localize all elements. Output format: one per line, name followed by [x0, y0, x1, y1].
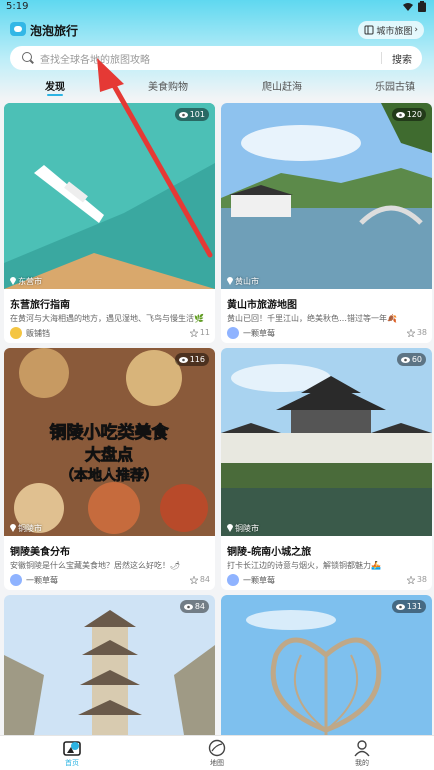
avatar	[227, 327, 239, 339]
view-count-badge: 120	[391, 108, 426, 121]
nav-home[interactable]: 首页	[42, 739, 102, 768]
card-title: 铜陵美食分布	[10, 547, 70, 558]
location-pin-icon	[227, 277, 233, 285]
eye-icon	[400, 356, 410, 363]
card-title: 铜陵-皖南小城之旅	[227, 547, 312, 558]
map-icon	[208, 739, 226, 757]
active-tab-indicator	[47, 94, 63, 96]
like-count[interactable]: 11	[189, 328, 210, 337]
guide-card[interactable]: 131	[221, 595, 432, 735]
location-tag: 黄山市	[227, 275, 259, 287]
app-logo	[10, 22, 26, 36]
card-description: 打卡长江边的诗意与烟火，解锁铜都魅力🚣	[227, 561, 381, 570]
location-tag: 铜陵市	[227, 522, 259, 534]
avatar	[10, 327, 22, 339]
nav-profile[interactable]: 我的	[332, 739, 392, 768]
battery-icon	[418, 1, 426, 12]
star-icon	[406, 328, 415, 337]
status-bar: 5:19	[0, 0, 434, 14]
location-pin-icon	[227, 524, 233, 532]
tab-food-shopping[interactable]: 美食购物	[148, 78, 188, 93]
card-description: 黄山已回！千里江山，绝美秋色…错过等一年🍂	[227, 314, 397, 323]
card-image	[4, 595, 215, 735]
card-meta: 一颗草莓 38	[227, 574, 427, 586]
tab-mountain-sea[interactable]: 爬山赶海	[262, 78, 302, 93]
like-count[interactable]: 84	[189, 575, 210, 584]
eye-icon	[395, 111, 405, 118]
location-pin-icon	[10, 524, 16, 532]
city-guide-label: 城市旅图	[376, 26, 413, 37]
view-count-badge: 116	[174, 353, 209, 366]
location-pin-icon	[10, 277, 16, 285]
author-name: 一颗草莓	[243, 329, 275, 338]
status-icons	[403, 1, 426, 12]
status-time: 5:19	[6, 1, 29, 12]
avatar	[227, 574, 239, 586]
app-title: 泡泡旅行	[30, 24, 79, 38]
wifi-icon	[403, 3, 413, 11]
guide-card[interactable]: 铜陵小吃类美食 大盘点 （本地人推荐） 116 铜陵市 铜陵美食分布 安徽铜陵是…	[4, 348, 215, 590]
view-count-badge: 131	[391, 600, 426, 613]
star-icon	[189, 575, 198, 584]
city-guide-button[interactable]: 城市旅图 ›	[358, 21, 424, 39]
author-name: 贩铺铛	[26, 329, 50, 338]
like-count[interactable]: 38	[406, 575, 427, 584]
home-icon	[63, 741, 81, 756]
search-divider	[381, 52, 382, 64]
search-button[interactable]: 搜索	[392, 51, 412, 66]
card-description: 在黄河与大海相遇的地方，遇见湿地、飞鸟与慢生活🌿	[10, 314, 204, 323]
chevron-right-icon: ›	[414, 25, 418, 35]
tab-park-town[interactable]: 乐园古镇	[375, 78, 415, 93]
like-count[interactable]: 38	[406, 328, 427, 337]
guide-card[interactable]: 101 东营市 东营旅行指南 在黄河与大海相遇的地方，遇见湿地、飞鸟与慢生活🌿 …	[4, 103, 215, 343]
guide-card[interactable]: 84	[4, 595, 215, 735]
card-image	[221, 348, 432, 536]
eye-icon	[183, 603, 193, 610]
view-count-badge: 60	[396, 353, 426, 366]
card-image: 铜陵小吃类美食 大盘点 （本地人推荐）	[4, 348, 215, 536]
card-image	[4, 103, 215, 289]
overlay-subtitle: 大盘点	[85, 445, 133, 464]
card-meta: 一颗草莓 38	[227, 327, 427, 339]
card-image	[221, 595, 432, 735]
author-name: 一颗草莓	[26, 576, 58, 585]
location-tag: 东营市	[10, 275, 42, 287]
overlay-note: （本地人推荐）	[60, 467, 158, 484]
category-tabs: 发现 美食购物 爬山赶海 乐园古镇	[0, 74, 434, 98]
eye-icon	[178, 356, 188, 363]
card-image	[221, 103, 432, 289]
profile-icon	[354, 740, 370, 757]
guide-card[interactable]: 120 黄山市 黄山市旅游地图 黄山已回！千里江山，绝美秋色…错过等一年🍂 一颗…	[221, 103, 432, 343]
star-icon	[406, 575, 415, 584]
star-icon	[189, 328, 198, 337]
card-meta: 贩铺铛 11	[10, 327, 210, 339]
card-title: 黄山市旅游地图	[227, 300, 297, 311]
location-tag: 铜陵市	[10, 522, 42, 534]
author-name: 一颗草莓	[243, 576, 275, 585]
map-book-icon	[364, 25, 374, 35]
search-input[interactable]: 查找全球各地的旅图攻略	[40, 51, 150, 66]
tab-discover[interactable]: 发现	[45, 78, 65, 93]
view-count-badge: 84	[179, 600, 209, 613]
bottom-nav: 首页 地图 我的	[0, 735, 434, 770]
eye-icon	[395, 603, 405, 610]
view-count-badge: 101	[174, 108, 209, 121]
overlay-title: 铜陵小吃类美食	[50, 422, 170, 443]
guide-card[interactable]: 60 铜陵市 铜陵-皖南小城之旅 打卡长江边的诗意与烟火，解锁铜都魅力🚣 一颗草…	[221, 348, 432, 590]
avatar	[10, 574, 22, 586]
search-icon	[22, 52, 32, 62]
eye-icon	[178, 111, 188, 118]
app-header: 泡泡旅行 城市旅图 ›	[0, 16, 434, 44]
card-title: 东营旅行指南	[10, 300, 70, 311]
card-description: 安徽铜陵是什么宝藏美食地？居然这么好吃！🌶	[10, 561, 181, 570]
nav-map[interactable]: 地图	[187, 739, 247, 768]
card-meta: 一颗草莓 84	[10, 574, 210, 586]
search-bar[interactable]: 查找全球各地的旅图攻略 搜索	[10, 46, 422, 70]
